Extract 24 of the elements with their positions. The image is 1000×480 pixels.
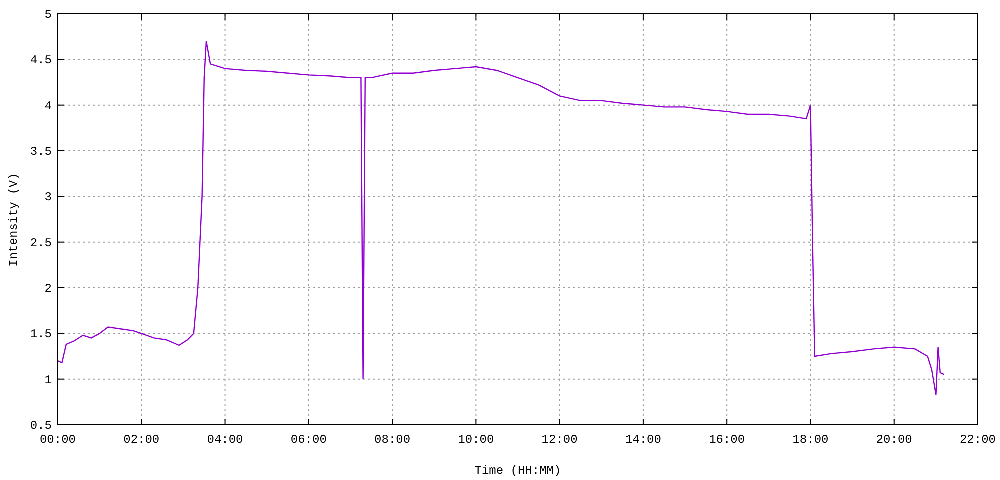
- tick-label: 10:00: [458, 433, 494, 447]
- tick-label: 14:00: [625, 433, 662, 447]
- tick-label: 3: [44, 190, 52, 205]
- tick-label: 12:00: [542, 433, 578, 447]
- tick-label: 1: [44, 373, 52, 388]
- tick-label: 08:00: [374, 433, 411, 447]
- tick-label: 5: [44, 8, 52, 22]
- tick-label: 18:00: [792, 433, 829, 447]
- tick-label: 04:00: [207, 433, 244, 447]
- tick-label: 16:00: [709, 433, 746, 447]
- tick-label: 02:00: [124, 433, 160, 447]
- tick-label: 2.5: [30, 236, 52, 250]
- tick-label: 20:00: [876, 433, 912, 447]
- tick-label: 06:00: [290, 433, 327, 447]
- tick-label: 2: [44, 282, 52, 296]
- tick-label: 4.5: [30, 54, 52, 68]
- tick-label: 22:00: [960, 433, 996, 447]
- tick-label: 0.5: [30, 419, 52, 433]
- tick-label: 1.5: [30, 328, 52, 342]
- tick-label: 00:00: [40, 433, 76, 447]
- tick-label: 4: [44, 99, 52, 114]
- axis-title: Intensity (V): [7, 173, 21, 267]
- axis-title: Time (HH:MM): [474, 464, 562, 478]
- tick-label: 3.5: [30, 145, 52, 159]
